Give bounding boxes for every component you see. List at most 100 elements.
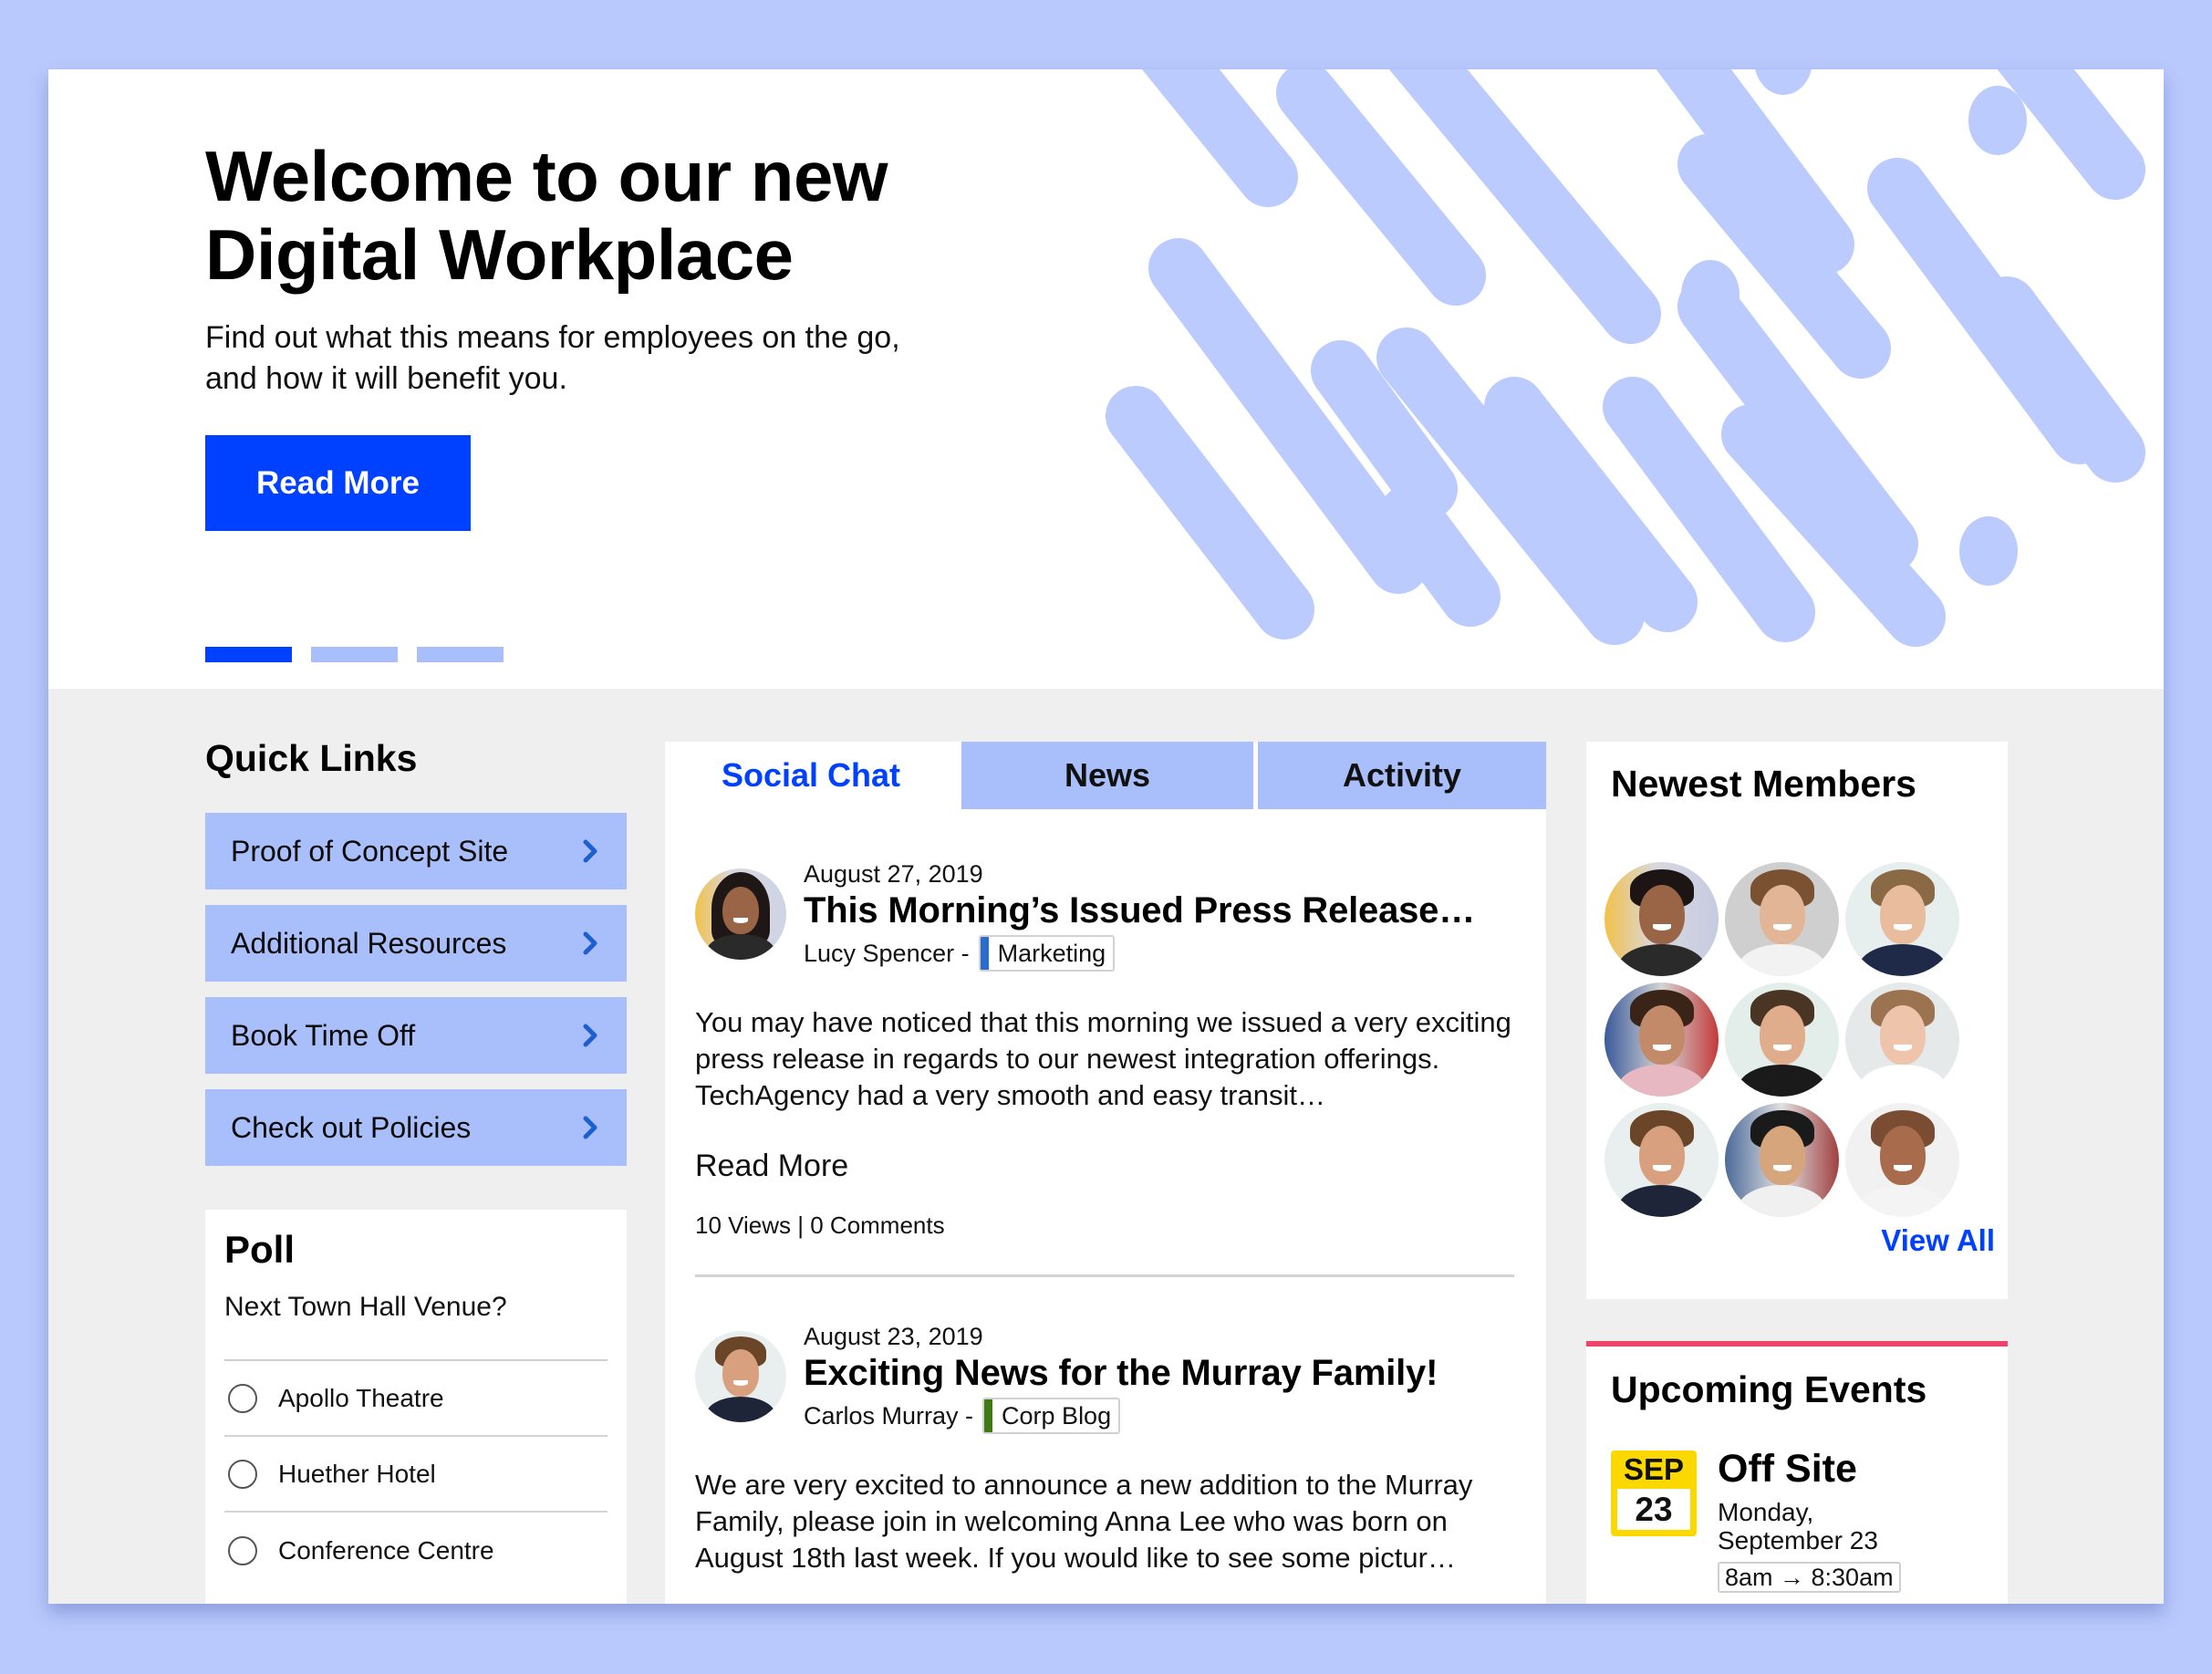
event-month: SEP	[1623, 1452, 1685, 1486]
quick-link-book-time-off[interactable]: Book Time Off	[205, 997, 627, 1074]
pattern-dot	[1755, 69, 1812, 95]
post-date: August 23, 2019	[804, 1323, 983, 1350]
avatar-face	[1759, 885, 1805, 944]
tag-label: Corp Blog	[1002, 1401, 1112, 1430]
avatar-face	[1879, 885, 1926, 944]
quick-link-label: Proof of Concept Site	[231, 834, 509, 868]
post-read-more-link[interactable]: Read More	[695, 1149, 848, 1184]
quick-link-additional-resources[interactable]: Additional Resources	[205, 905, 627, 982]
post-divider	[695, 1274, 1514, 1277]
post-author[interactable]: Lucy Spencer -	[804, 940, 970, 968]
hero-subtitle-line-2: and how it will benefit you.	[205, 361, 567, 396]
upcoming-events-title: Upcoming Events	[1611, 1368, 1927, 1410]
avatar-smile	[1772, 1164, 1791, 1171]
carousel-dot-2[interactable]	[311, 647, 398, 662]
event-weekday: Monday,	[1718, 1498, 1814, 1526]
author-avatar[interactable]	[695, 1331, 786, 1422]
post-category-tag[interactable]: Corp Blog	[982, 1398, 1121, 1434]
avatar-smile	[1652, 1044, 1671, 1051]
avatar-face	[1638, 885, 1685, 944]
pattern-stroke	[1106, 386, 1314, 639]
tag-color-bar	[980, 937, 989, 970]
hero-banner: Welcome to our new Digital Workplace Fin…	[48, 69, 2164, 689]
post-title[interactable]: Exciting News for the Murray Family!	[804, 1350, 1438, 1396]
post-author[interactable]: Carlos Murray -	[804, 1402, 973, 1430]
tab-news[interactable]: News	[961, 742, 1253, 809]
member-avatar[interactable]	[1845, 983, 1959, 1097]
radio-button[interactable]	[228, 1535, 257, 1565]
event-date: Monday, September 23	[1718, 1498, 1937, 1554]
feed-post: August 23, 2019 Exciting News for the Mu…	[695, 1323, 1515, 1576]
view-all-members-link[interactable]: View All	[1881, 1223, 1995, 1258]
tag-label: Marketing	[997, 939, 1106, 967]
radio-button[interactable]	[228, 1383, 257, 1413]
hero-read-more-button[interactable]: Read More	[205, 435, 471, 531]
hero-subtitle: Find out what this means for employees o…	[205, 317, 1026, 400]
pattern-stroke	[1141, 69, 1298, 207]
poll-option-huether-hotel[interactable]: Huether Hotel	[224, 1437, 608, 1513]
poll-option-conference-centre[interactable]: Conference Centre	[224, 1513, 608, 1588]
feed-post: August 27, 2019 This Morning’s Issued Pr…	[695, 860, 1515, 1277]
avatar-smile	[1772, 923, 1791, 931]
member-avatar[interactable]	[1604, 1103, 1719, 1217]
newest-members-title: Newest Members	[1611, 763, 1916, 805]
quick-link-label: Book Time Off	[231, 1018, 416, 1052]
carousel-dot-1[interactable]	[205, 647, 292, 662]
quick-link-check-out-policies[interactable]: Check out Policies	[205, 1089, 627, 1166]
post-date: August 27, 2019	[804, 860, 983, 888]
hero-title: Welcome to our new Digital Workplace	[205, 137, 1117, 294]
member-avatar[interactable]	[1604, 983, 1719, 1097]
quick-link-label: Additional Resources	[231, 926, 507, 960]
event-full-date: September 23	[1718, 1526, 1878, 1554]
hero-subtitle-line-1: Find out what this means for employees o…	[205, 320, 900, 355]
event-time: 8am → 8:30am	[1718, 1562, 1901, 1593]
post-excerpt: You may have noticed that this morning w…	[695, 1006, 1511, 1111]
tag-color-bar	[984, 1399, 993, 1432]
avatar-face	[1879, 1005, 1926, 1065]
member-avatar[interactable]	[1845, 1103, 1959, 1217]
avatar-face	[1638, 1126, 1685, 1185]
avatar-face	[1638, 1005, 1685, 1065]
pattern-dot	[1959, 516, 2018, 586]
avatar-face	[1879, 1126, 1926, 1185]
member-avatar[interactable]	[1845, 862, 1959, 976]
quick-link-proof-of-concept[interactable]: Proof of Concept Site	[205, 813, 627, 889]
poll-option-label: Huether Hotel	[278, 1459, 436, 1488]
feed-tabs: Social Chat News Activity	[665, 742, 1546, 809]
quick-links-title: Quick Links	[205, 737, 418, 779]
quick-link-label: Check out Policies	[231, 1110, 472, 1144]
author-avatar[interactable]	[695, 868, 786, 960]
post-stats: 10 Views | 0 Comments	[695, 1211, 945, 1239]
event-name[interactable]: Off Site	[1718, 1447, 1857, 1492]
avatar-smile	[1893, 1164, 1912, 1171]
chevron-right-icon	[583, 931, 597, 955]
radio-button[interactable]	[228, 1459, 257, 1489]
member-avatar-grid	[1604, 862, 1959, 1217]
chevron-right-icon	[583, 839, 597, 863]
carousel-dot-3[interactable]	[417, 647, 504, 662]
post-title[interactable]: This Morning’s Issued Press Release…	[804, 888, 1475, 933]
avatar-smile	[1893, 923, 1912, 931]
feed-panel: Social Chat News Activity August 27, 201…	[665, 742, 1546, 1604]
post-excerpt: We are very excited to announce a new ad…	[695, 1469, 1473, 1574]
poll-option-label: Apollo Theatre	[278, 1383, 444, 1412]
pattern-dot	[1681, 260, 1739, 329]
chevron-right-icon	[583, 1116, 597, 1139]
avatar-smile	[1893, 1044, 1912, 1051]
member-avatar[interactable]	[1725, 862, 1839, 976]
poll-option-apollo-theatre[interactable]: Apollo Theatre	[224, 1361, 608, 1437]
upcoming-events-card: Upcoming Events SEP 23 Off Site Monday, …	[1586, 1341, 2008, 1604]
post-category-tag[interactable]: Marketing	[978, 935, 1116, 972]
newest-members-card: Newest Members View All	[1586, 742, 2008, 1299]
member-avatar[interactable]	[1725, 983, 1839, 1097]
quick-links-list: Proof of Concept Site Additional Resourc…	[205, 813, 627, 1181]
hero-title-line-2: Digital Workplace	[205, 214, 794, 295]
member-avatar[interactable]	[1725, 1103, 1839, 1217]
tab-social-chat[interactable]: Social Chat	[665, 742, 957, 809]
tab-activity[interactable]: Activity	[1258, 742, 1546, 809]
calendar-date-badge: SEP 23	[1611, 1450, 1697, 1536]
avatar-face	[1759, 1005, 1805, 1065]
event-day: 23	[1617, 1489, 1690, 1530]
chevron-right-icon	[583, 1024, 597, 1047]
member-avatar[interactable]	[1604, 862, 1719, 976]
